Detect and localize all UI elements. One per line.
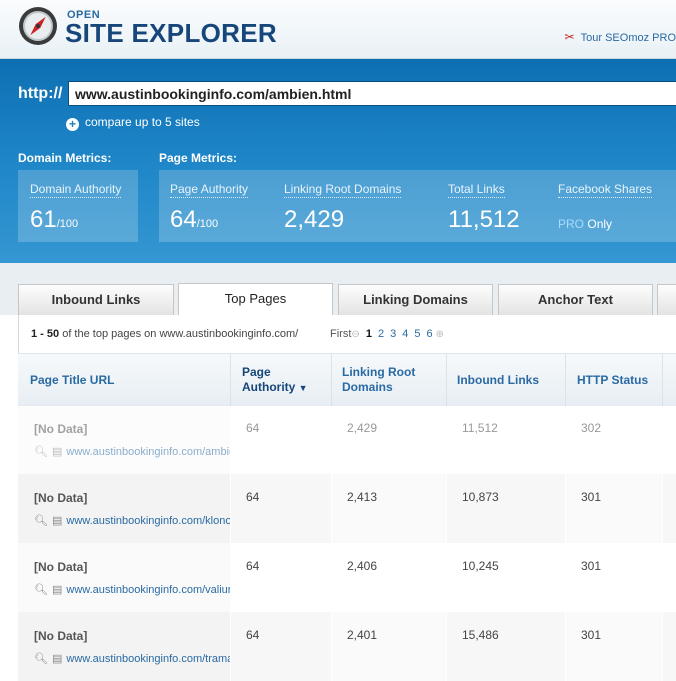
col-page-authority[interactable]: Page Authority ▼ [242, 365, 322, 396]
tour-pro-label: Tour SEOmoz PRO [580, 32, 676, 44]
results-range: 1 - 50 of the top pages on www.austinboo… [31, 328, 299, 340]
search-icon[interactable]: 🔍︎ [34, 446, 48, 458]
row-title: [No Data] [34, 422, 88, 436]
compass-logo-icon [19, 7, 57, 45]
tab-anchor-text[interactable]: Anchor Text [498, 284, 653, 315]
page-icon[interactable]: ▤ [52, 584, 62, 596]
table-row: [No Data] 🔍︎ ▤ www.austinbookinginfo.com/v… [18, 543, 676, 612]
table-row: [No Data] 🔍︎ ▤ www.austinbookinginfo.com/a… [18, 405, 676, 474]
tabs-bar: Inbound Links Top Pages Linking Domains … [0, 263, 676, 316]
domain-authority-box: Domain Authority 61/100 [18, 170, 138, 242]
page-link-6[interactable]: 6 [426, 328, 432, 340]
page-icon[interactable]: ▤ [52, 515, 62, 527]
page-link-2[interactable]: 2 [378, 328, 384, 340]
facebook-shares-pro-only: PRO Only [558, 217, 613, 231]
tab-more[interactable] [657, 284, 676, 315]
page-link-4[interactable]: 4 [402, 328, 408, 340]
row-http-status: 301 [566, 474, 662, 543]
row-page-authority: 64 [231, 474, 331, 543]
row-linking-root-domains: 2,429 [332, 405, 446, 474]
sort-desc-icon: ▼ [298, 383, 308, 393]
search-icon[interactable]: 🔍︎ [34, 584, 48, 596]
domain-metrics-heading: Domain Metrics: [18, 151, 112, 165]
row-inbound-links: 10,873 [447, 474, 565, 543]
tab-top-pages[interactable]: Top Pages [178, 283, 333, 316]
url-input[interactable]: www.austinbookinginfo.com/ambien.html [68, 81, 676, 106]
header-bar: OPEN SITE EXPLORER ✂ Tour SEOmoz PRO [0, 0, 676, 59]
row-page-authority: 64 [231, 612, 331, 681]
search-icon[interactable]: 🔍︎ [34, 515, 48, 527]
page-icon[interactable]: ▤ [52, 446, 62, 458]
page-metrics-heading: Page Metrics: [159, 151, 238, 165]
row-inbound-links: 11,512 [447, 405, 565, 474]
row-url-link[interactable]: 🔍︎▤www.austinbookinginfo.com/ambien.html [34, 445, 230, 458]
page-authority-title[interactable]: Page Authority [170, 182, 249, 198]
domain-authority-title[interactable]: Domain Authority [30, 182, 122, 198]
row-url-link[interactable]: 🔍︎▤www.austinbookinginfo.com/tramadol.ht… [34, 652, 230, 665]
compare-sites-link[interactable]: + compare up to 5 sites [66, 115, 200, 131]
row-linking-root-domains: 2,413 [332, 474, 446, 543]
row-url-link[interactable]: 🔍︎▤www.austinbookinginfo.com/klonopin.ht… [34, 514, 230, 527]
col-linking-root-domains[interactable]: Linking Root Domains [342, 365, 432, 395]
table-row: [No Data] 🔍︎ ▤ www.austinbookinginfo.com/k… [18, 474, 676, 543]
row-title: [No Data] [34, 629, 88, 643]
tab-linking-domains[interactable]: Linking Domains [338, 284, 493, 315]
linking-root-domains-title[interactable]: Linking Root Domains [284, 182, 402, 198]
col-page-title-url[interactable]: Page Title URL [30, 373, 114, 387]
search-metrics-band: http:// www.austinbookinginfo.com/ambien… [0, 59, 676, 263]
col-inbound-links[interactable]: Inbound Links [457, 373, 539, 387]
page-link-5[interactable]: 5 [414, 328, 420, 340]
row-inbound-links: 10,245 [447, 543, 565, 612]
page-icon[interactable]: ▤ [52, 653, 62, 665]
page-links: First⊖ 1 2 3 4 5 6 ⊕ [330, 328, 444, 340]
table-row: [No Data] 🔍︎ ▤ www.austinbookinginfo.com/t… [18, 612, 676, 681]
page-metrics-box: Page Authority 64/100 Linking Root Domai… [159, 170, 676, 242]
total-links-value: 11,512 [448, 206, 520, 233]
facebook-shares-title[interactable]: Facebook Shares [558, 182, 653, 198]
row-page-authority: 64 [231, 543, 331, 612]
prev-icon[interactable]: ⊖ [351, 329, 359, 340]
row-linking-root-domains: 2,401 [332, 612, 446, 681]
row-title: [No Data] [34, 491, 88, 505]
row-http-status: 302 [566, 405, 662, 474]
tab-inbound-links[interactable]: Inbound Links [18, 284, 174, 315]
page-link-1[interactable]: 1 [366, 328, 372, 340]
table-header: Page Title URL Page Authority ▼ Linking … [18, 353, 676, 406]
total-links-title[interactable]: Total Links [448, 182, 505, 198]
next-icon[interactable]: ⊕ [436, 329, 444, 340]
row-page-authority: 64 [231, 405, 331, 474]
page-authority-value: 64/100 [170, 206, 219, 233]
http-prefix-label: http:// [18, 85, 63, 102]
tools-icon: ✂ [564, 30, 575, 44]
plus-icon: + [66, 118, 79, 131]
page-link-3[interactable]: 3 [390, 328, 396, 340]
pagination-bar: 1 - 50 of the top pages on www.austinboo… [18, 315, 676, 353]
search-icon[interactable]: 🔍︎ [34, 653, 48, 665]
tour-pro-link[interactable]: ✂ Tour SEOmoz PRO [565, 30, 676, 44]
compare-label: compare up to 5 sites [85, 115, 200, 129]
row-inbound-links: 15,486 [447, 612, 565, 681]
row-title: [No Data] [34, 560, 88, 574]
row-http-status: 301 [566, 543, 662, 612]
first-page-link[interactable]: First [330, 328, 351, 340]
row-http-status: 301 [566, 612, 662, 681]
row-linking-root-domains: 2,406 [332, 543, 446, 612]
col-http-status[interactable]: HTTP Status [577, 373, 648, 387]
domain-authority-value: 61/100 [30, 206, 79, 233]
linking-root-domains-value: 2,429 [284, 206, 345, 233]
logo-title[interactable]: SITE EXPLORER [65, 18, 277, 49]
row-url-link[interactable]: 🔍︎▤www.austinbookinginfo.com/valium.html [34, 583, 230, 596]
